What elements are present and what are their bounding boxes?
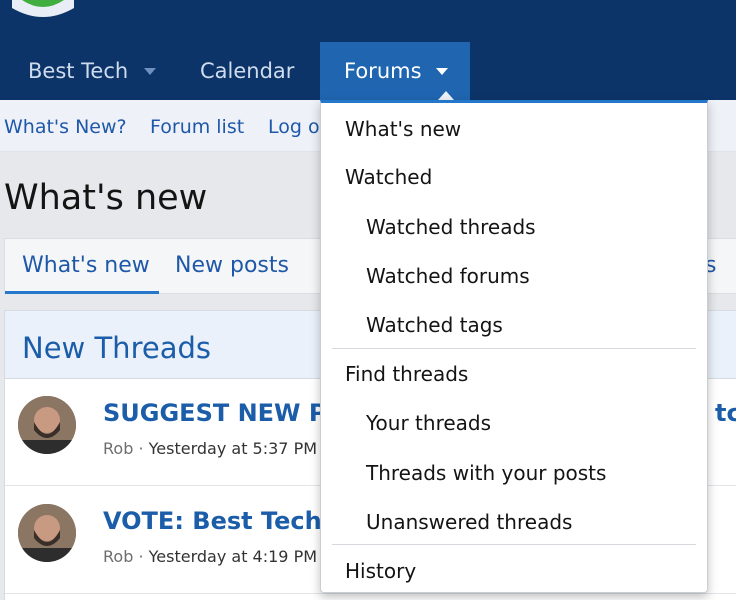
menu-item-watched-threads[interactable]: Watched threads [366, 215, 536, 239]
forums-dropdown-menu: What's new Watched Watched threads Watch… [320, 100, 708, 593]
nav-item-calendar[interactable]: Calendar [200, 42, 294, 100]
tab-whats-new[interactable]: What's new [22, 253, 150, 278]
nav-item-best-tech[interactable]: Best Tech [28, 42, 157, 100]
menu-item-unanswered-threads[interactable]: Unanswered threads [366, 510, 572, 534]
nav-label: Calendar [200, 59, 295, 83]
thread-time[interactable]: Yesterday at 5:37 PM [149, 439, 317, 458]
thread-title-tail[interactable]: tch [715, 399, 736, 427]
thread-meta: Rob · Yesterday at 5:37 PM [103, 439, 317, 458]
active-tab-indicator [5, 291, 159, 294]
thread-author[interactable]: Rob [103, 547, 133, 566]
chevron-down-icon[interactable] [435, 67, 448, 75]
main-nav: Best Tech Calendar Forums [0, 42, 736, 100]
menu-item-history[interactable]: History [345, 559, 416, 583]
menu-item-your-threads[interactable]: Your threads [366, 411, 491, 435]
tab-new-posts[interactable]: New posts [175, 253, 289, 278]
subnav-link-log-out[interactable]: Log o [268, 116, 320, 138]
nav-label: Best Tech [28, 59, 129, 83]
menu-item-watched-forums[interactable]: Watched forums [366, 264, 530, 288]
subnav-link-forum-list[interactable]: Forum list [150, 116, 244, 138]
menu-item-whats-new[interactable]: What's new [345, 117, 461, 141]
thread-title[interactable]: SUGGEST NEW P [103, 399, 326, 427]
thread-title[interactable]: VOTE: Best Tech I [103, 507, 339, 535]
menu-divider [332, 348, 696, 349]
thread-time[interactable]: Yesterday at 4:19 PM [149, 547, 317, 566]
menu-item-threads-with-your-posts[interactable]: Threads with your posts [366, 461, 606, 485]
thread-meta: Rob · Yesterday at 4:19 PM [103, 547, 317, 566]
meta-separator: · [138, 547, 144, 566]
thread-author[interactable]: Rob [103, 439, 133, 458]
meta-separator: · [138, 439, 144, 458]
site-header: Best Tech Calendar Forums [0, 0, 736, 100]
menu-pointer [438, 91, 454, 100]
menu-item-watched[interactable]: Watched [345, 165, 432, 189]
menu-item-find-threads[interactable]: Find threads [345, 362, 468, 386]
subnav-link-whats-new[interactable]: What's New? [4, 116, 127, 138]
chevron-down-icon[interactable] [144, 67, 157, 75]
menu-item-watched-tags[interactable]: Watched tags [366, 313, 503, 337]
avatar[interactable] [18, 396, 76, 454]
site-logo-icon[interactable] [8, 0, 78, 24]
page-title: What's new [4, 178, 208, 218]
menu-divider [332, 544, 696, 545]
nav-label: Forums [344, 59, 422, 83]
block-title[interactable]: New Threads [22, 331, 211, 365]
avatar[interactable] [18, 504, 76, 562]
